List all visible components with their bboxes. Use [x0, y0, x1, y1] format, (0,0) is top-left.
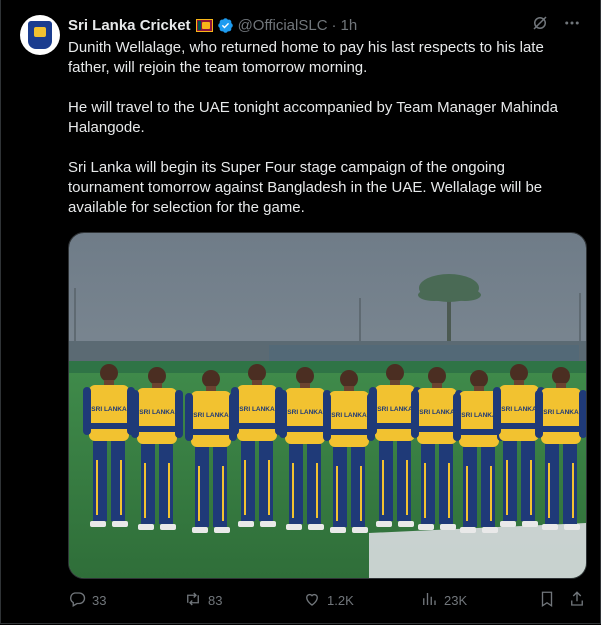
views-icon: [420, 590, 438, 611]
share-button[interactable]: [568, 590, 586, 611]
grok-icon[interactable]: [531, 14, 549, 36]
tweet-paragraph: Sri Lanka will begin its Super Four stag…: [68, 159, 543, 216]
reply-button[interactable]: 33: [68, 590, 106, 611]
shirt-label: SRI LANKA: [193, 412, 229, 419]
timestamp[interactable]: 1h: [341, 17, 358, 34]
views-button[interactable]: 23K: [420, 590, 467, 611]
slc-logo-icon: [28, 21, 52, 49]
handle[interactable]: @OfficialSLC: [238, 17, 328, 34]
verified-badge-icon: [217, 17, 234, 34]
like-count: 1.2K: [327, 593, 354, 608]
shirt-label: SRI LANKA: [461, 412, 497, 419]
tweet-header: Sri Lanka Cricket @OfficialSLC · 1h: [68, 14, 581, 36]
reply-icon: [68, 590, 86, 611]
like-icon: [303, 590, 321, 611]
team-photo-image: SRI LANKA SRI LANKA SRI LANKA SRI LANKA SRI …: [69, 233, 586, 578]
reply-count: 33: [92, 593, 107, 608]
shirt-label: SRI LANKA: [419, 409, 455, 416]
shirt-label: SRI LANKA: [91, 406, 127, 413]
bookmark-button[interactable]: [538, 590, 556, 611]
tweet-paragraph: He will travel to the UAE tonight accomp…: [68, 99, 558, 136]
shirt-label: SRI LANKA: [239, 406, 275, 413]
display-name[interactable]: Sri Lanka Cricket: [68, 17, 191, 34]
retweet-icon: [184, 590, 202, 611]
shirt-label: SRI LANKA: [139, 409, 175, 416]
tweet-actions: 33 83 1.2K 23K: [68, 590, 588, 610]
avatar[interactable]: [20, 15, 60, 55]
more-icon[interactable]: [563, 14, 581, 36]
tweet-text: Dunith Wellalage, who returned home to p…: [68, 38, 580, 238]
shirt-label: SRI LANKA: [543, 409, 579, 416]
sri-lanka-flag-icon: [195, 18, 213, 32]
like-button[interactable]: 1.2K: [303, 590, 354, 611]
shirt-label: SRI LANKA: [331, 412, 367, 419]
share-icon: [568, 590, 586, 611]
retweet-button[interactable]: 83: [184, 590, 222, 611]
retweet-count: 83: [208, 593, 223, 608]
tweet-photo[interactable]: SRI LANKA SRI LANKA SRI LANKA SRI LANKA SRI …: [68, 232, 587, 579]
bookmark-icon: [538, 590, 556, 611]
separator-dot: ·: [331, 16, 337, 34]
shirt-label: SRI LANKA: [377, 406, 413, 413]
shirt-label: SRI LANKA: [501, 406, 537, 413]
shirt-label: SRI LANKA: [287, 409, 323, 416]
tweet-paragraph: Dunith Wellalage, who returned home to p…: [68, 39, 544, 76]
views-count: 23K: [444, 593, 468, 608]
